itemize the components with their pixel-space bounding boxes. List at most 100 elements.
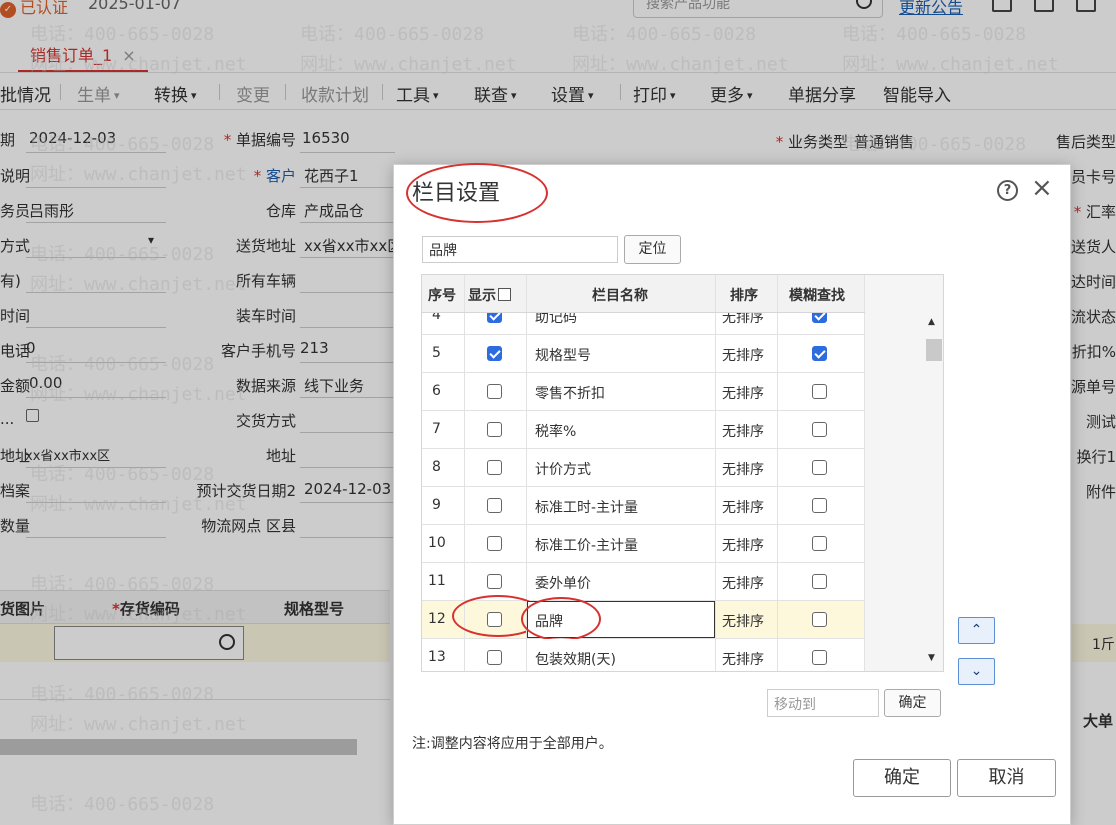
row-seq: 10 <box>428 535 446 551</box>
locate-button[interactable]: 定位 <box>624 235 681 264</box>
divider <box>715 525 716 562</box>
divider <box>777 487 778 524</box>
show-checkbox[interactable] <box>487 536 502 551</box>
divider <box>464 639 465 671</box>
annotation-circle <box>521 597 601 641</box>
row-sort[interactable]: 无排序 <box>722 649 764 669</box>
fuzzy-checkbox[interactable] <box>812 612 827 627</box>
list-vertical-scrollbar[interactable]: ▲ ▼ <box>924 313 942 671</box>
divider <box>864 313 865 334</box>
divider <box>777 601 778 638</box>
divider <box>715 335 716 372</box>
divider <box>715 449 716 486</box>
fuzzy-checkbox[interactable] <box>812 384 827 399</box>
fuzzy-checkbox[interactable] <box>812 346 827 361</box>
help-icon[interactable]: ? <box>997 180 1018 201</box>
fuzzy-checkbox[interactable] <box>812 313 827 323</box>
move-to-confirm-button[interactable]: 确定 <box>884 689 941 717</box>
cancel-button[interactable]: 取消 <box>957 759 1056 797</box>
row-seq: 12 <box>428 611 446 627</box>
divider <box>864 639 865 671</box>
column-list-header: 序号 显示 栏目名称 排序 模糊查找 <box>422 275 865 313</box>
ok-button[interactable]: 确定 <box>853 759 951 797</box>
divider <box>777 275 778 312</box>
show-checkbox[interactable] <box>487 498 502 513</box>
divider <box>864 275 865 312</box>
header-show-label: 显示 <box>468 288 496 304</box>
divider <box>526 639 527 671</box>
list-item[interactable]: 8 计价方式 无排序 <box>422 449 865 487</box>
row-sort[interactable]: 无排序 <box>722 497 764 517</box>
divider <box>464 487 465 524</box>
row-name: 助记码 <box>535 313 577 326</box>
fuzzy-checkbox[interactable] <box>812 422 827 437</box>
list-item[interactable]: 9 标准工时-主计量 无排序 <box>422 487 865 525</box>
list-item[interactable]: 10 标准工价-主计量 无排序 <box>422 525 865 563</box>
header-name: 栏目名称 <box>592 288 648 304</box>
header-fuzzy: 模糊查找 <box>789 288 845 304</box>
list-item[interactable]: 4 助记码 无排序 <box>422 313 865 335</box>
row-sort[interactable]: 无排序 <box>722 459 764 479</box>
show-checkbox[interactable] <box>487 650 502 665</box>
divider <box>526 449 527 486</box>
divider <box>715 313 716 334</box>
move-up-button[interactable]: ⌃ <box>958 617 995 644</box>
row-sort[interactable]: 无排序 <box>722 535 764 555</box>
row-sort[interactable]: 无排序 <box>722 383 764 403</box>
show-checkbox[interactable] <box>487 422 502 437</box>
row-sort[interactable]: 无排序 <box>722 313 764 327</box>
divider <box>464 275 465 312</box>
divider <box>864 335 865 372</box>
fuzzy-checkbox[interactable] <box>812 574 827 589</box>
column-rows: 4 助记码 无排序 5 规格型号 无排序 6 零售不折扣 无排序 7 税率% 无… <box>422 313 865 671</box>
row-seq: 6 <box>432 383 441 399</box>
select-all-checkbox[interactable] <box>498 288 511 301</box>
row-name: 委外单价 <box>535 576 591 592</box>
list-item[interactable]: 7 税率% 无排序 <box>422 411 865 449</box>
fuzzy-checkbox[interactable] <box>812 498 827 513</box>
row-name: 计价方式 <box>535 462 591 478</box>
divider <box>864 373 865 410</box>
list-item[interactable]: 5 规格型号 无排序 <box>422 335 865 373</box>
divider <box>715 639 716 671</box>
divider <box>526 525 527 562</box>
list-item-selected[interactable]: 12 品牌 无排序 <box>422 595 865 641</box>
divider <box>526 313 527 334</box>
show-checkbox[interactable] <box>487 574 502 589</box>
divider <box>777 563 778 600</box>
show-checkbox[interactable] <box>487 460 502 475</box>
row-sort[interactable]: 无排序 <box>722 611 764 631</box>
close-icon[interactable]: × <box>1031 175 1053 201</box>
move-down-button[interactable]: ⌄ <box>958 658 995 685</box>
divider <box>715 601 716 638</box>
scroll-thumb[interactable] <box>926 339 942 361</box>
list-item[interactable]: 13 包装效期(天) 无排序 <box>422 639 865 671</box>
show-checkbox[interactable] <box>487 313 502 323</box>
show-checkbox[interactable] <box>487 346 502 361</box>
divider <box>777 313 778 334</box>
divider <box>464 373 465 410</box>
divider <box>715 411 716 448</box>
row-sort[interactable]: 无排序 <box>722 421 764 441</box>
fuzzy-checkbox[interactable] <box>812 460 827 475</box>
column-settings-dialog: 栏目设置 ? × 品牌 定位 序号 显示 栏目名称 排序 模糊查找 4 助记码 <box>393 163 1071 825</box>
scroll-down-icon[interactable]: ▼ <box>928 653 935 663</box>
fuzzy-checkbox[interactable] <box>812 536 827 551</box>
row-seq: 11 <box>428 573 446 589</box>
column-search-input[interactable]: 品牌 <box>422 236 618 263</box>
annotation-circle <box>406 163 548 223</box>
header-seq: 序号 <box>428 288 456 304</box>
row-sort[interactable]: 无排序 <box>722 345 764 365</box>
scroll-up-icon[interactable]: ▲ <box>928 317 935 327</box>
row-sort[interactable]: 无排序 <box>722 573 764 593</box>
fuzzy-checkbox[interactable] <box>812 650 827 665</box>
divider <box>526 487 527 524</box>
row-name: 税率% <box>535 424 577 440</box>
divider <box>864 411 865 448</box>
divider <box>715 563 716 600</box>
move-to-input[interactable]: 移动到 <box>767 689 879 717</box>
show-checkbox[interactable] <box>487 384 502 399</box>
divider <box>464 449 465 486</box>
list-item[interactable]: 6 零售不折扣 无排序 <box>422 373 865 411</box>
divider <box>526 335 527 372</box>
